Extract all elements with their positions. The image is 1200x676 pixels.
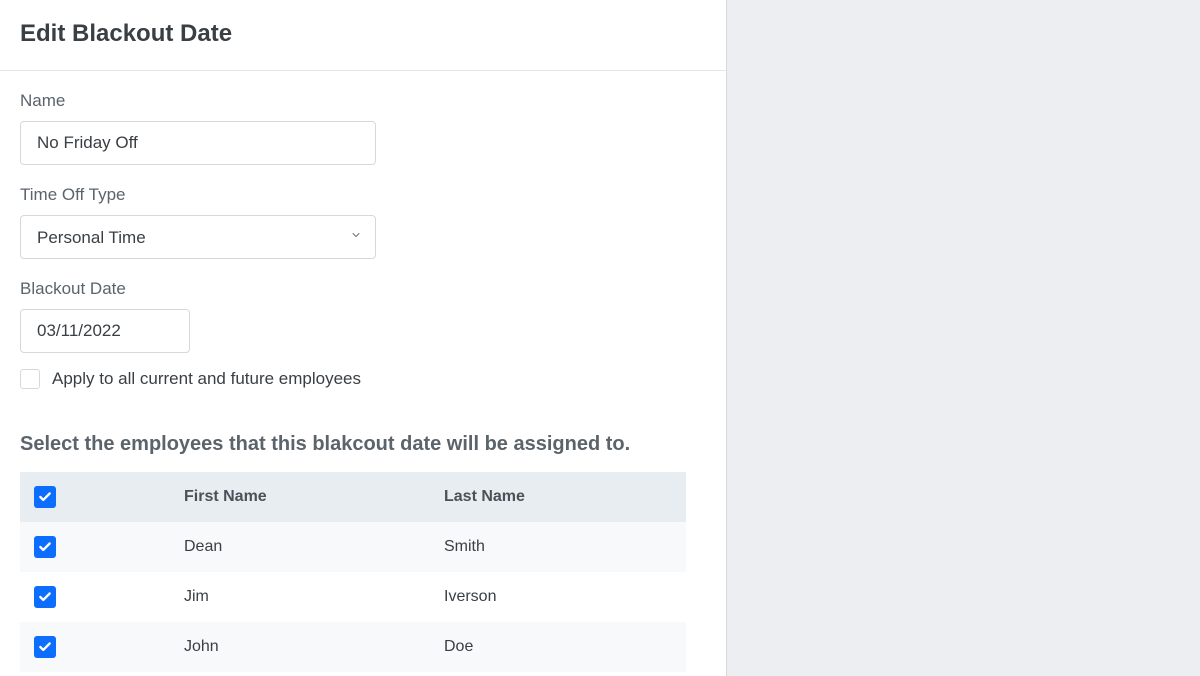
employees-table: First Name Last Name Dean Smith [20, 472, 686, 672]
row-checkbox[interactable] [34, 586, 56, 608]
cell-last-name: Doe [444, 638, 686, 656]
field-blackout-date: Blackout Date [20, 279, 706, 353]
row-checkbox-cell [34, 636, 184, 658]
cell-first-name: Jim [184, 588, 444, 606]
column-header-first-name[interactable]: First Name [184, 488, 444, 506]
row-checkbox-cell [34, 536, 184, 558]
cell-first-name: Dean [184, 538, 444, 556]
check-icon [38, 640, 52, 654]
name-label: Name [20, 91, 706, 111]
page-title: Edit Blackout Date [0, 0, 726, 70]
field-name: Name [20, 91, 706, 165]
time-off-type-select[interactable]: Personal Time [20, 215, 376, 259]
table-row: Jim Iverson [20, 572, 686, 622]
cell-last-name: Iverson [444, 588, 686, 606]
time-off-type-select-wrap: Personal Time [20, 215, 376, 259]
table-row: Dean Smith [20, 522, 686, 572]
apply-all-row: Apply to all current and future employee… [20, 369, 706, 389]
blackout-date-label: Blackout Date [20, 279, 706, 299]
column-header-last-name[interactable]: Last Name [444, 488, 686, 506]
check-icon [38, 540, 52, 554]
main-pane: Edit Blackout Date Name Time Off Type Pe… [0, 0, 726, 676]
form: Name Time Off Type Personal Time Blackou… [0, 71, 726, 672]
select-all-checkbox[interactable] [34, 486, 56, 508]
cell-last-name: Smith [444, 538, 686, 556]
name-input[interactable] [20, 121, 376, 165]
check-icon [38, 490, 52, 504]
table-header-row: First Name Last Name [20, 472, 686, 522]
row-checkbox[interactable] [34, 536, 56, 558]
field-time-off-type: Time Off Type Personal Time [20, 185, 706, 259]
blackout-date-input[interactable] [20, 309, 190, 353]
cell-first-name: John [184, 638, 444, 656]
apply-all-label: Apply to all current and future employee… [52, 369, 361, 389]
row-checkbox-cell [34, 586, 184, 608]
apply-all-checkbox[interactable] [20, 369, 40, 389]
header-checkbox-cell [34, 486, 184, 508]
row-checkbox[interactable] [34, 636, 56, 658]
time-off-type-label: Time Off Type [20, 185, 706, 205]
table-row: John Doe [20, 622, 686, 672]
employees-section-title: Select the employees that this blakcout … [20, 433, 706, 456]
check-icon [38, 590, 52, 604]
right-pane [726, 0, 1200, 676]
